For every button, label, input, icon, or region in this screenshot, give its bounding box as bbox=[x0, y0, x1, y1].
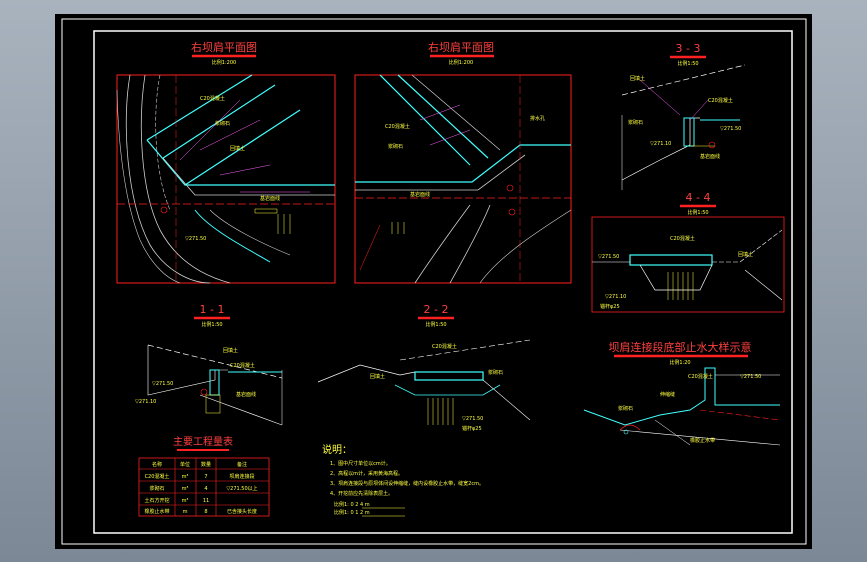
notes-title: 说明： bbox=[322, 443, 352, 456]
sec11-scale: 比例1:50 bbox=[201, 321, 222, 328]
s33-anno-6: 基岩面线 bbox=[700, 153, 720, 160]
quantity-title: 主要工程量表 bbox=[173, 435, 233, 448]
s11-anno-5: 基岩面线 bbox=[236, 391, 256, 398]
s33-anno-1: 回填土 bbox=[630, 75, 645, 82]
s33-anno-3: 浆砌石 bbox=[628, 119, 643, 126]
qt-r1c1: m³ bbox=[182, 486, 189, 492]
qt-r3c2: 8 bbox=[204, 509, 207, 515]
rp-anno-4: 基岩面线 bbox=[410, 191, 430, 198]
s11-anno-2: C20混凝土 bbox=[230, 362, 255, 369]
qt-r1c3: ▽271.50以上 bbox=[226, 485, 257, 492]
s22-anno-3: 浆砌石 bbox=[488, 369, 503, 376]
sec44-title: 4 - 4 bbox=[686, 191, 711, 204]
lp-anno-1: C20混凝土 bbox=[200, 95, 225, 102]
sec33-scale: 比例1:50 bbox=[677, 60, 698, 67]
lp-anno-5: ▽271.50 bbox=[185, 236, 206, 242]
ws-anno-2: ▽271.50 bbox=[740, 374, 761, 380]
qt-r3c0: 橡胶止水带 bbox=[144, 508, 169, 515]
s33-anno-4: ▽271.50 bbox=[720, 126, 741, 132]
s22-anno-1: C20混凝土 bbox=[432, 343, 457, 350]
s44-anno-4: ▽271.10 bbox=[605, 294, 626, 300]
s44-anno-3: 回填土 bbox=[738, 251, 753, 258]
rp-anno-2: 浆砌石 bbox=[388, 143, 403, 150]
ws-anno-3: 伸缩缝 bbox=[660, 391, 675, 398]
right-plan-scale: 比例1:200 bbox=[449, 59, 473, 66]
s22-anno-2: 回填土 bbox=[370, 373, 385, 380]
sec33-title: 3 - 3 bbox=[676, 42, 701, 55]
note-4: 4、开挖前应先清除表层土。 bbox=[330, 490, 393, 497]
qt-r3c3: 已含接头长度 bbox=[227, 508, 257, 515]
lp-anno-4: 基岩面线 bbox=[260, 195, 280, 202]
note-3: 3、坝肩连接段与原坝体间设伸缩缝，缝内设橡胶止水带，缝宽2cm。 bbox=[330, 480, 484, 487]
s44-anno-5: 锚杆φ25 bbox=[600, 303, 620, 310]
s44-anno-1: C20混凝土 bbox=[670, 235, 695, 242]
qt-r2c1: m³ bbox=[182, 498, 189, 504]
drawing-canvas: 右坝肩平面图 比例1:200 C20混凝土 浆砌石 回填土 基岩面线 ▽271.… bbox=[55, 14, 812, 549]
qt-r1c2: 4 bbox=[204, 486, 207, 492]
s11-anno-4: ▽271.10 bbox=[135, 399, 156, 405]
rp-anno-1: C20混凝土 bbox=[385, 123, 410, 130]
s22-anno-5: 锚杆φ25 bbox=[462, 425, 482, 432]
right-plan-title: 右坝肩平面图 bbox=[428, 40, 494, 54]
waterstop-title: 坝肩连接段底部止水大样示意 bbox=[609, 340, 752, 354]
qt-r0c1: m³ bbox=[182, 474, 189, 480]
s22-anno-4: ▽271.50 bbox=[462, 416, 483, 422]
qt-r2c0: 土石方开挖 bbox=[144, 497, 169, 504]
waterstop-scale: 比例1:20 bbox=[669, 359, 690, 366]
s11-anno-3: ▽271.50 bbox=[152, 381, 173, 387]
qt-h1: 单位 bbox=[180, 461, 190, 468]
sec11-title: 1 - 1 bbox=[200, 303, 225, 316]
qt-r1c0: 浆砌石 bbox=[149, 485, 164, 492]
lp-anno-2: 浆砌石 bbox=[215, 120, 230, 127]
qt-h2: 数量 bbox=[201, 461, 211, 468]
note-2: 2、高程以m计，采用黄海高程。 bbox=[330, 470, 403, 477]
ws-anno-1: C20混凝土 bbox=[688, 373, 713, 380]
ws-anno-4: 浆砌石 bbox=[618, 405, 633, 412]
s44-anno-2: ▽271.50 bbox=[598, 254, 619, 260]
qt-r0c3: 坝肩连接段 bbox=[229, 473, 254, 480]
qt-h3: 备注 bbox=[237, 461, 247, 468]
qt-h0: 名称 bbox=[152, 461, 162, 468]
sec22-title: 2 - 2 bbox=[424, 303, 449, 316]
ws-anno-5: 橡胶止水带 bbox=[690, 437, 715, 444]
sec44-scale: 比例1:50 bbox=[687, 209, 708, 216]
left-plan-scale: 比例1:200 bbox=[212, 59, 236, 66]
rp-anno-3: 排水孔 bbox=[530, 115, 545, 122]
scale-bar-1-label: 比例1: 0 2 4 m bbox=[334, 501, 370, 508]
s33-anno-2: C20混凝土 bbox=[708, 97, 733, 104]
note-1: 1、图中尺寸单位以cm计。 bbox=[330, 460, 391, 467]
qt-r2c2: 11 bbox=[203, 498, 209, 504]
lp-anno-3: 回填土 bbox=[230, 145, 245, 152]
scale-bar-2-label: 比例1: 0 1 2 m bbox=[334, 509, 370, 516]
cad-viewport: 右坝肩平面图 比例1:200 C20混凝土 浆砌石 回填土 基岩面线 ▽271.… bbox=[0, 0, 867, 562]
qt-r3c1: m bbox=[183, 509, 188, 515]
s33-anno-5: ▽271.10 bbox=[650, 141, 671, 147]
sec22-scale: 比例1:50 bbox=[425, 321, 446, 328]
qt-r0c0: C20混凝土 bbox=[145, 473, 170, 480]
left-plan-title: 右坝肩平面图 bbox=[191, 40, 257, 54]
qt-r0c2: 7 bbox=[204, 474, 207, 480]
s11-anno-1: 回填土 bbox=[223, 347, 238, 354]
